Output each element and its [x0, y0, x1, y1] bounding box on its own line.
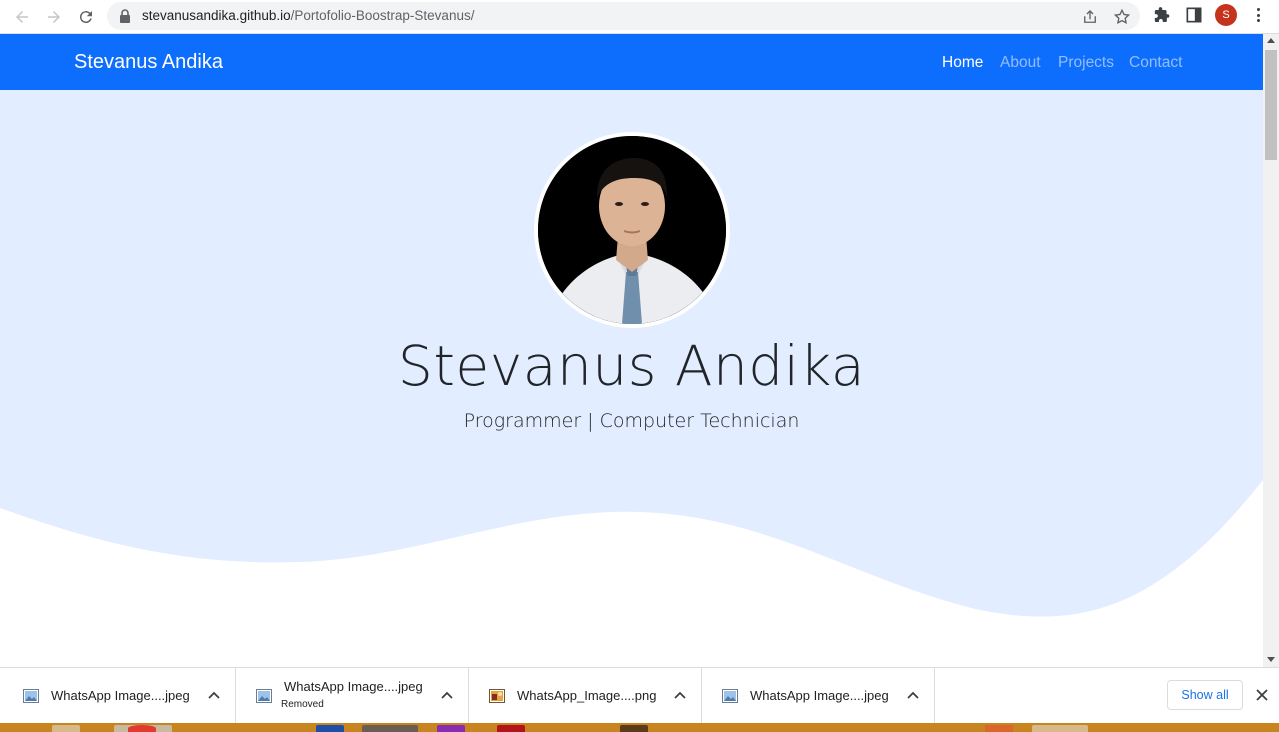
- image-file-icon: [23, 689, 39, 703]
- address-bar[interactable]: stevanusandika.github.io/Portofolio-Boos…: [107, 2, 1140, 30]
- chevron-up-icon[interactable]: [440, 688, 454, 702]
- png-file-icon: [489, 689, 505, 703]
- download-filename: WhatsApp_Image....png: [517, 688, 657, 703]
- hero-name: Stevanus Andika: [397, 334, 866, 398]
- download-status: Removed: [281, 699, 324, 710]
- menu-icon[interactable]: [1252, 6, 1264, 24]
- page-viewport: Stevanus Andika Home About Projects Cont…: [0, 34, 1263, 667]
- taskbar-app-icon[interactable]: [128, 725, 156, 732]
- downloads-bar: WhatsApp Image....jpeg WhatsApp Image...…: [0, 667, 1279, 724]
- reload-icon[interactable]: [72, 3, 100, 31]
- download-item[interactable]: WhatsApp_Image....png: [469, 668, 702, 724]
- taskbar-app-icon[interactable]: [52, 725, 80, 732]
- browser-toolbar: stevanusandika.github.io/Portofolio-Boos…: [0, 0, 1279, 34]
- nav-link-home[interactable]: Home: [942, 54, 983, 72]
- site-navbar: Stevanus Andika Home About Projects Cont…: [0, 34, 1263, 90]
- taskbar-app-icon[interactable]: [985, 725, 1013, 732]
- nav-link-contact[interactable]: Contact: [1129, 54, 1182, 72]
- show-all-button[interactable]: Show all: [1167, 680, 1243, 710]
- lock-icon[interactable]: [119, 9, 131, 23]
- chevron-up-icon[interactable]: [207, 688, 221, 702]
- image-file-icon: [256, 689, 272, 703]
- profile-photo: [534, 132, 730, 328]
- back-icon[interactable]: [8, 3, 36, 31]
- download-filename: WhatsApp Image....jpeg: [750, 688, 889, 703]
- download-item[interactable]: WhatsApp Image....jpeg: [702, 668, 935, 724]
- side-panel-icon[interactable]: [1184, 5, 1204, 25]
- download-item[interactable]: WhatsApp Image....jpeg: [3, 668, 236, 724]
- taskbar-app-icon[interactable]: [316, 725, 344, 732]
- nav-link-about[interactable]: About: [1000, 54, 1041, 72]
- hero-section: Stevanus Andika Programmer | Computer Te…: [0, 90, 1263, 667]
- scroll-down-arrow-icon[interactable]: [1267, 657, 1275, 662]
- wave-divider: [0, 480, 1263, 667]
- scroll-up-arrow-icon[interactable]: [1267, 38, 1275, 43]
- url-host: stevanusandika.github.io: [142, 8, 291, 23]
- navbar-brand[interactable]: Stevanus Andika: [74, 51, 223, 74]
- os-taskbar: [0, 723, 1279, 732]
- chevron-up-icon[interactable]: [673, 688, 687, 702]
- star-icon[interactable]: [1113, 8, 1131, 26]
- forward-icon[interactable]: [40, 3, 68, 31]
- download-filename: WhatsApp Image....jpeg: [51, 688, 190, 703]
- taskbar-app-icon[interactable]: [362, 725, 418, 732]
- taskbar-app-icon[interactable]: [497, 725, 525, 732]
- page-scrollbar[interactable]: [1263, 34, 1279, 667]
- close-icon[interactable]: [1255, 688, 1269, 702]
- nav-link-projects[interactable]: Projects: [1058, 54, 1114, 72]
- image-file-icon: [722, 689, 738, 703]
- download-filename: WhatsApp Image....jpeg: [284, 679, 423, 694]
- url-path: /Portofolio-Boostrap-Stevanus/: [290, 8, 475, 23]
- share-icon[interactable]: [1081, 8, 1099, 26]
- hero-subtitle: Programmer | Computer Technician: [463, 410, 800, 432]
- extensions-icon[interactable]: [1152, 5, 1172, 25]
- scroll-thumb[interactable]: [1265, 50, 1277, 160]
- taskbar-app-icon[interactable]: [437, 725, 465, 732]
- taskbar-app-icon[interactable]: [620, 725, 648, 732]
- chevron-up-icon[interactable]: [906, 688, 920, 702]
- profile-avatar[interactable]: S: [1215, 4, 1237, 26]
- taskbar-app-icon[interactable]: [1032, 725, 1088, 732]
- url-text: stevanusandika.github.io/Portofolio-Boos…: [142, 8, 474, 23]
- download-item[interactable]: WhatsApp Image....jpeg Removed: [236, 668, 469, 724]
